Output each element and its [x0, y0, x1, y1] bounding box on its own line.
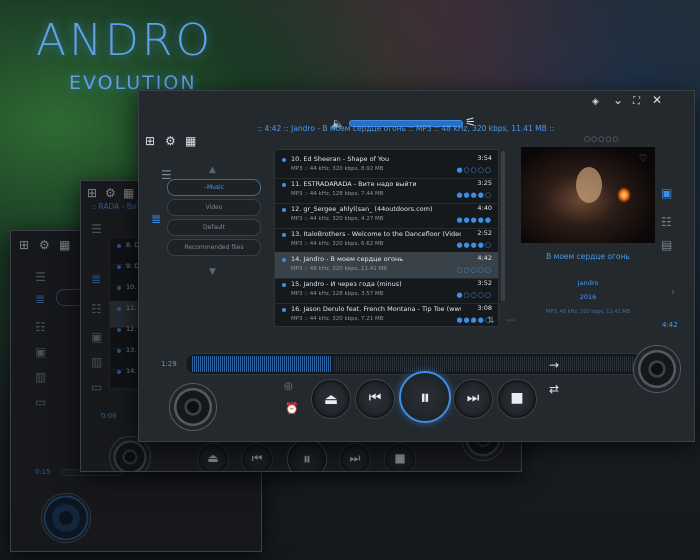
eject-button[interactable]: ⏏ [197, 443, 229, 471]
list-item[interactable]: 13. ItaloBrothers - Welcome to the Dance… [275, 227, 498, 254]
gear-icon[interactable]: ⚙ [165, 135, 176, 147]
broadcast-icon[interactable]: ◎ [284, 381, 293, 393]
chevron-down-icon[interactable]: ▼ [209, 266, 216, 278]
list-item[interactable]: 11. ESTRADARADA - Вите надо выйти MP3 :: … [275, 177, 498, 204]
speaker-left-icon [41, 493, 91, 543]
brand-logo: ANDRO EVOLUTION [36, 15, 214, 95]
sort-icon[interactable]: ⇅ [487, 315, 495, 327]
playlist-panel: 10. Ed Sheeran - Shape of You MP3 :: 44 k… [274, 149, 499, 327]
more-icon[interactable]: ⋯ [506, 315, 515, 327]
track-year: 2016 [579, 293, 597, 301]
previous-button[interactable]: ⏮ [355, 379, 395, 419]
chevron-down-icon[interactable]: ⌄ [613, 94, 623, 106]
apps-icon[interactable]: ▦ [59, 239, 70, 251]
nav-default-button[interactable]: Default [167, 219, 261, 236]
stop-button[interactable]: ■ [384, 443, 416, 471]
pause-button[interactable]: ⏸ [287, 439, 327, 471]
playlist-icon[interactable]: ≣ [151, 213, 161, 225]
gear-icon[interactable]: ⚙ [39, 239, 50, 251]
nav-music-button[interactable]: –Music [167, 179, 261, 196]
elapsed-time: 1:29 [161, 360, 177, 368]
list-item[interactable]: 15. Jandro - И через года (minus) MP3 :: … [275, 277, 498, 304]
equalizer-icon[interactable]: ▥ [91, 356, 102, 368]
next-button[interactable]: ⏭ [339, 443, 371, 471]
waveform-played [192, 356, 332, 372]
lyrics-icon[interactable]: ▤ [661, 239, 672, 251]
list-item[interactable]: 12. gr_Sergee_ahlyl(san_ (44outdoors.com… [275, 202, 498, 229]
apps-icon[interactable]: ▦ [123, 187, 134, 199]
apps-icon[interactable]: ▦ [185, 135, 196, 147]
list-icon[interactable]: ☷ [35, 321, 46, 333]
pin-icon[interactable]: ◈ [592, 96, 599, 108]
next-button[interactable]: ⏭ [453, 379, 493, 419]
shuffle-icon[interactable]: → [549, 359, 559, 371]
list-item[interactable]: 16. Jason Derulo feat. French Montana - … [275, 302, 498, 328]
grid-icon[interactable]: ⊞ [87, 187, 97, 199]
track-format: MP3, 48 kHz, 320 kbps, 11.41 MB [546, 309, 630, 315]
eject-button[interactable]: ⏏ [311, 379, 351, 419]
total-time: 4:42 [662, 321, 678, 329]
heart-icon[interactable]: ♡ [639, 153, 647, 165]
video-icon[interactable]: ▣ [91, 331, 102, 343]
nav-video-button[interactable]: Video [167, 199, 261, 216]
stop-button[interactable]: ■ [497, 379, 537, 419]
user-icon[interactable]: ▣ [661, 187, 672, 199]
folder-icon[interactable]: ▭ [91, 381, 102, 393]
list-icon[interactable]: ☷ [91, 303, 102, 315]
equalizer-icon[interactable]: ▥ [35, 371, 46, 383]
search-icon[interactable]: ⌕ [471, 315, 476, 327]
video-icon[interactable]: ▣ [35, 346, 46, 358]
chevron-right-icon[interactable]: › [671, 287, 675, 299]
brand-title: ANDRO [36, 15, 214, 66]
maximize-icon[interactable]: ⛶ [633, 96, 640, 108]
playlist-icon[interactable]: ≣ [35, 293, 45, 305]
repeat-icon[interactable]: ⇄ [549, 383, 559, 395]
menu-icon[interactable]: ☰ [91, 223, 102, 235]
menu-icon[interactable]: ☰ [35, 271, 46, 283]
track-title: В моем сердце огонь [546, 252, 630, 261]
previous-button[interactable]: ⏮ [241, 443, 273, 471]
grid-icon[interactable]: ⊞ [19, 239, 29, 251]
now-playing-line: :: 4:42 :: Jandro - В моем сердце огонь … [257, 124, 555, 133]
rating-stars[interactable]: ○○○○○ [584, 135, 620, 143]
close-icon[interactable]: ✕ [652, 94, 662, 106]
pause-button[interactable]: ⏸ [399, 371, 451, 423]
album-cover [521, 147, 655, 243]
folder-icon[interactable]: ▭ [35, 396, 46, 408]
playlist-icon[interactable]: ≣ [91, 273, 101, 285]
list-item[interactable]: 10. Ed Sheeran - Shape of You MP3 :: 44 k… [275, 152, 498, 179]
alarm-icon[interactable]: ⏰ [285, 403, 299, 415]
playlist-scrollbar[interactable] [501, 151, 505, 301]
speaker-right-icon [633, 345, 681, 393]
nav-recommended-button[interactable]: Recommended files [167, 239, 261, 256]
chevron-up-icon[interactable]: ▲ [209, 164, 216, 176]
track-artist: Jandro [577, 279, 599, 287]
list-item[interactable]: 14. Jandro - В моем сердце огонь MP3 :: 4… [275, 252, 498, 279]
player-window-main: 🔈 ⚟ ◈ ⌄ ⛶ ✕ ⊞ ⚙ ▦ ○○○○○ :: 4:42 :: Jandr… [138, 90, 695, 442]
grid-icon[interactable]: ⊞ [145, 135, 155, 147]
list-icon[interactable]: ☷ [661, 216, 672, 228]
elapsed-time: 0:15 [35, 468, 51, 476]
speaker-left-icon [169, 383, 217, 431]
elapsed-time: 0:06 [101, 412, 117, 420]
gear-icon[interactable]: ⚙ [105, 187, 116, 199]
